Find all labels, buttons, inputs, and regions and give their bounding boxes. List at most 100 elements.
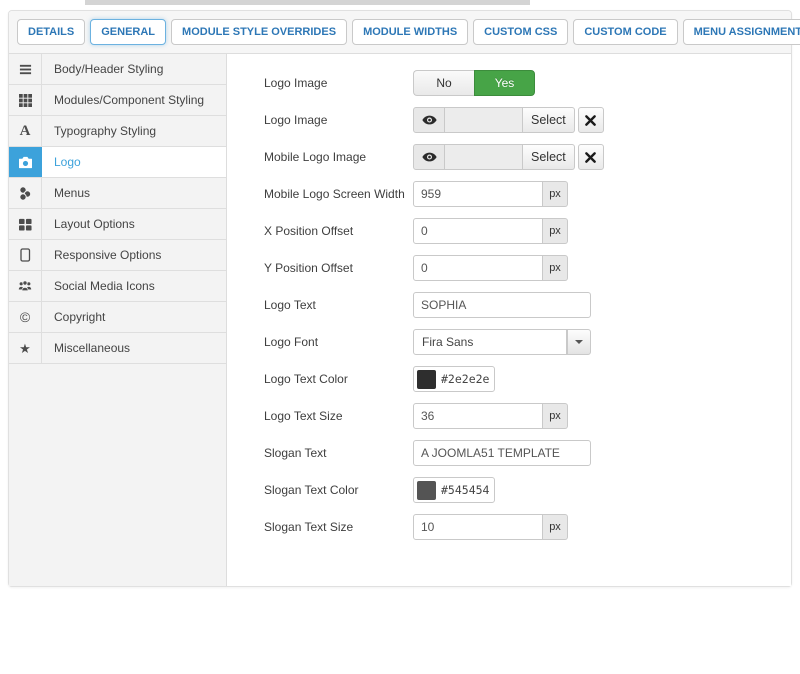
preview-eye-icon[interactable] bbox=[413, 107, 445, 133]
toggle-yes-button[interactable]: Yes bbox=[474, 70, 535, 96]
field-label: Mobile Logo Screen Width bbox=[264, 187, 413, 201]
preview-eye-icon[interactable] bbox=[413, 144, 445, 170]
copyright-icon: © bbox=[9, 302, 42, 332]
field-label: X Position Offset bbox=[264, 224, 413, 238]
number-input-group: px bbox=[413, 255, 568, 281]
field-label: Logo Image bbox=[264, 113, 413, 127]
field-mobile-logo-screen-width: Mobile Logo Screen Width px bbox=[264, 181, 773, 207]
logo-settings-form: Logo Image No Yes Logo Image Select bbox=[227, 54, 791, 586]
star-icon: ★ bbox=[9, 333, 42, 363]
logo-text-size-input[interactable] bbox=[413, 403, 543, 429]
color-swatch bbox=[417, 370, 436, 389]
px-unit-addon: px bbox=[543, 218, 568, 244]
px-unit-addon: px bbox=[543, 181, 568, 207]
slogan-text-color-picker[interactable]: #545454 bbox=[413, 477, 495, 503]
logo-image-select-button[interactable]: Select bbox=[523, 107, 575, 133]
sidebar-item-typography-styling[interactable]: A Typography Styling bbox=[9, 116, 226, 147]
sidebar-item-label: Body/Header Styling bbox=[42, 54, 163, 84]
field-label: Logo Image bbox=[264, 76, 413, 90]
logo-text-color-picker[interactable]: #2e2e2e bbox=[413, 366, 495, 392]
logo-image-media-group: Select bbox=[413, 107, 575, 133]
sidebar-item-social-media-icons[interactable]: Social Media Icons bbox=[9, 271, 226, 302]
tab-general[interactable]: GENERAL bbox=[90, 19, 166, 45]
number-input-group: px bbox=[413, 218, 568, 244]
sidebar-item-label: Social Media Icons bbox=[42, 271, 155, 301]
mobile-logo-image-path-input[interactable] bbox=[445, 144, 523, 170]
tab-custom-css[interactable]: CUSTOM CSS bbox=[473, 19, 568, 45]
color-swatch bbox=[417, 481, 436, 500]
field-y-position-offset: Y Position Offset px bbox=[264, 255, 773, 281]
sidebar-item-label: Menus bbox=[42, 178, 90, 208]
users-icon bbox=[9, 271, 42, 301]
number-input-group: px bbox=[413, 181, 568, 207]
y-position-offset-input[interactable] bbox=[413, 255, 543, 281]
template-settings-panel: DETAILS GENERAL MODULE STYLE OVERRIDES M… bbox=[8, 10, 792, 587]
field-logo-text: Logo Text bbox=[264, 292, 773, 318]
sidebar-item-modules-component-styling[interactable]: Modules/Component Styling bbox=[9, 85, 226, 116]
tab-custom-code[interactable]: CUSTOM CODE bbox=[573, 19, 677, 45]
field-logo-text-color: Logo Text Color #2e2e2e bbox=[264, 366, 773, 392]
mobile-logo-image-select-button[interactable]: Select bbox=[523, 144, 575, 170]
blocks-2x2-icon bbox=[9, 209, 42, 239]
px-unit-addon: px bbox=[543, 514, 568, 540]
field-label: Slogan Text bbox=[264, 446, 413, 460]
camera-icon bbox=[9, 147, 42, 177]
field-label: Logo Text bbox=[264, 298, 413, 312]
field-slogan-text-color: Slogan Text Color #545454 bbox=[264, 477, 773, 503]
logo-font-select[interactable]: Fira Sans bbox=[413, 329, 591, 355]
field-label: Logo Font bbox=[264, 335, 413, 349]
tab-module-style-overrides[interactable]: MODULE STYLE OVERRIDES bbox=[171, 19, 347, 45]
logo-image-path-input[interactable] bbox=[445, 107, 523, 133]
sidebar-item-menus[interactable]: Menus bbox=[9, 178, 226, 209]
tab-details[interactable]: DETAILS bbox=[17, 19, 85, 45]
settings-sidebar: Body/Header Styling Modules/Component St… bbox=[9, 54, 227, 586]
sidebar-item-label: Modules/Component Styling bbox=[42, 85, 204, 115]
field-label: Slogan Text Color bbox=[264, 483, 413, 497]
tab-menu-assignment[interactable]: MENU ASSIGNMENT bbox=[683, 19, 800, 45]
px-unit-addon: px bbox=[543, 255, 568, 281]
toggle-no-button[interactable]: No bbox=[413, 70, 474, 96]
logo-text-input[interactable] bbox=[413, 292, 591, 318]
sidebar-item-layout-options[interactable]: Layout Options bbox=[9, 209, 226, 240]
field-label: Slogan Text Size bbox=[264, 520, 413, 534]
x-position-offset-input[interactable] bbox=[413, 218, 543, 244]
sidebar-item-label: Responsive Options bbox=[42, 240, 161, 270]
field-label: Y Position Offset bbox=[264, 261, 413, 275]
chevron-down-icon[interactable] bbox=[567, 329, 591, 355]
sidebar-item-body-header-styling[interactable]: Body/Header Styling bbox=[9, 54, 226, 85]
field-slogan-text-size: Slogan Text Size px bbox=[264, 514, 773, 540]
field-logo-text-size: Logo Text Size px bbox=[264, 403, 773, 429]
color-hex-value: #2e2e2e bbox=[441, 372, 489, 386]
letter-a-icon: A bbox=[9, 116, 42, 146]
slogan-text-size-input[interactable] bbox=[413, 514, 543, 540]
sidebar-item-label: Logo bbox=[42, 147, 81, 177]
sidebar-item-label: Miscellaneous bbox=[42, 333, 130, 363]
logo-image-toggle: No Yes bbox=[413, 70, 535, 96]
sidebar-item-label: Copyright bbox=[42, 302, 105, 332]
number-input-group: px bbox=[413, 403, 568, 429]
selected-font-value: Fira Sans bbox=[413, 329, 567, 355]
sidebar-item-miscellaneous[interactable]: ★ Miscellaneous bbox=[9, 333, 226, 364]
tab-bar: DETAILS GENERAL MODULE STYLE OVERRIDES M… bbox=[9, 11, 791, 54]
sidebar-item-label: Layout Options bbox=[42, 209, 135, 239]
tab-module-widths[interactable]: MODULE WIDTHS bbox=[352, 19, 468, 45]
field-x-position-offset: X Position Offset px bbox=[264, 218, 773, 244]
mobile-logo-screen-width-input[interactable] bbox=[413, 181, 543, 207]
number-input-group: px bbox=[413, 514, 568, 540]
field-label: Logo Text Color bbox=[264, 372, 413, 386]
sidebar-item-copyright[interactable]: © Copyright bbox=[9, 302, 226, 333]
field-label: Mobile Logo Image bbox=[264, 150, 413, 164]
field-slogan-text: Slogan Text bbox=[264, 440, 773, 466]
color-hex-value: #545454 bbox=[441, 483, 489, 497]
sidebar-item-responsive-options[interactable]: Responsive Options bbox=[9, 240, 226, 271]
field-logo-image-toggle: Logo Image No Yes bbox=[264, 70, 773, 96]
clear-icon[interactable] bbox=[578, 107, 604, 133]
slogan-text-input[interactable] bbox=[413, 440, 591, 466]
sidebar-item-logo[interactable]: Logo bbox=[9, 147, 226, 178]
px-unit-addon: px bbox=[543, 403, 568, 429]
mobile-logo-image-media-group: Select bbox=[413, 144, 575, 170]
sidebar-item-label: Typography Styling bbox=[42, 116, 156, 146]
grid-3x3-icon bbox=[9, 85, 42, 115]
clear-icon[interactable] bbox=[578, 144, 604, 170]
share-nodes-icon bbox=[9, 178, 42, 208]
